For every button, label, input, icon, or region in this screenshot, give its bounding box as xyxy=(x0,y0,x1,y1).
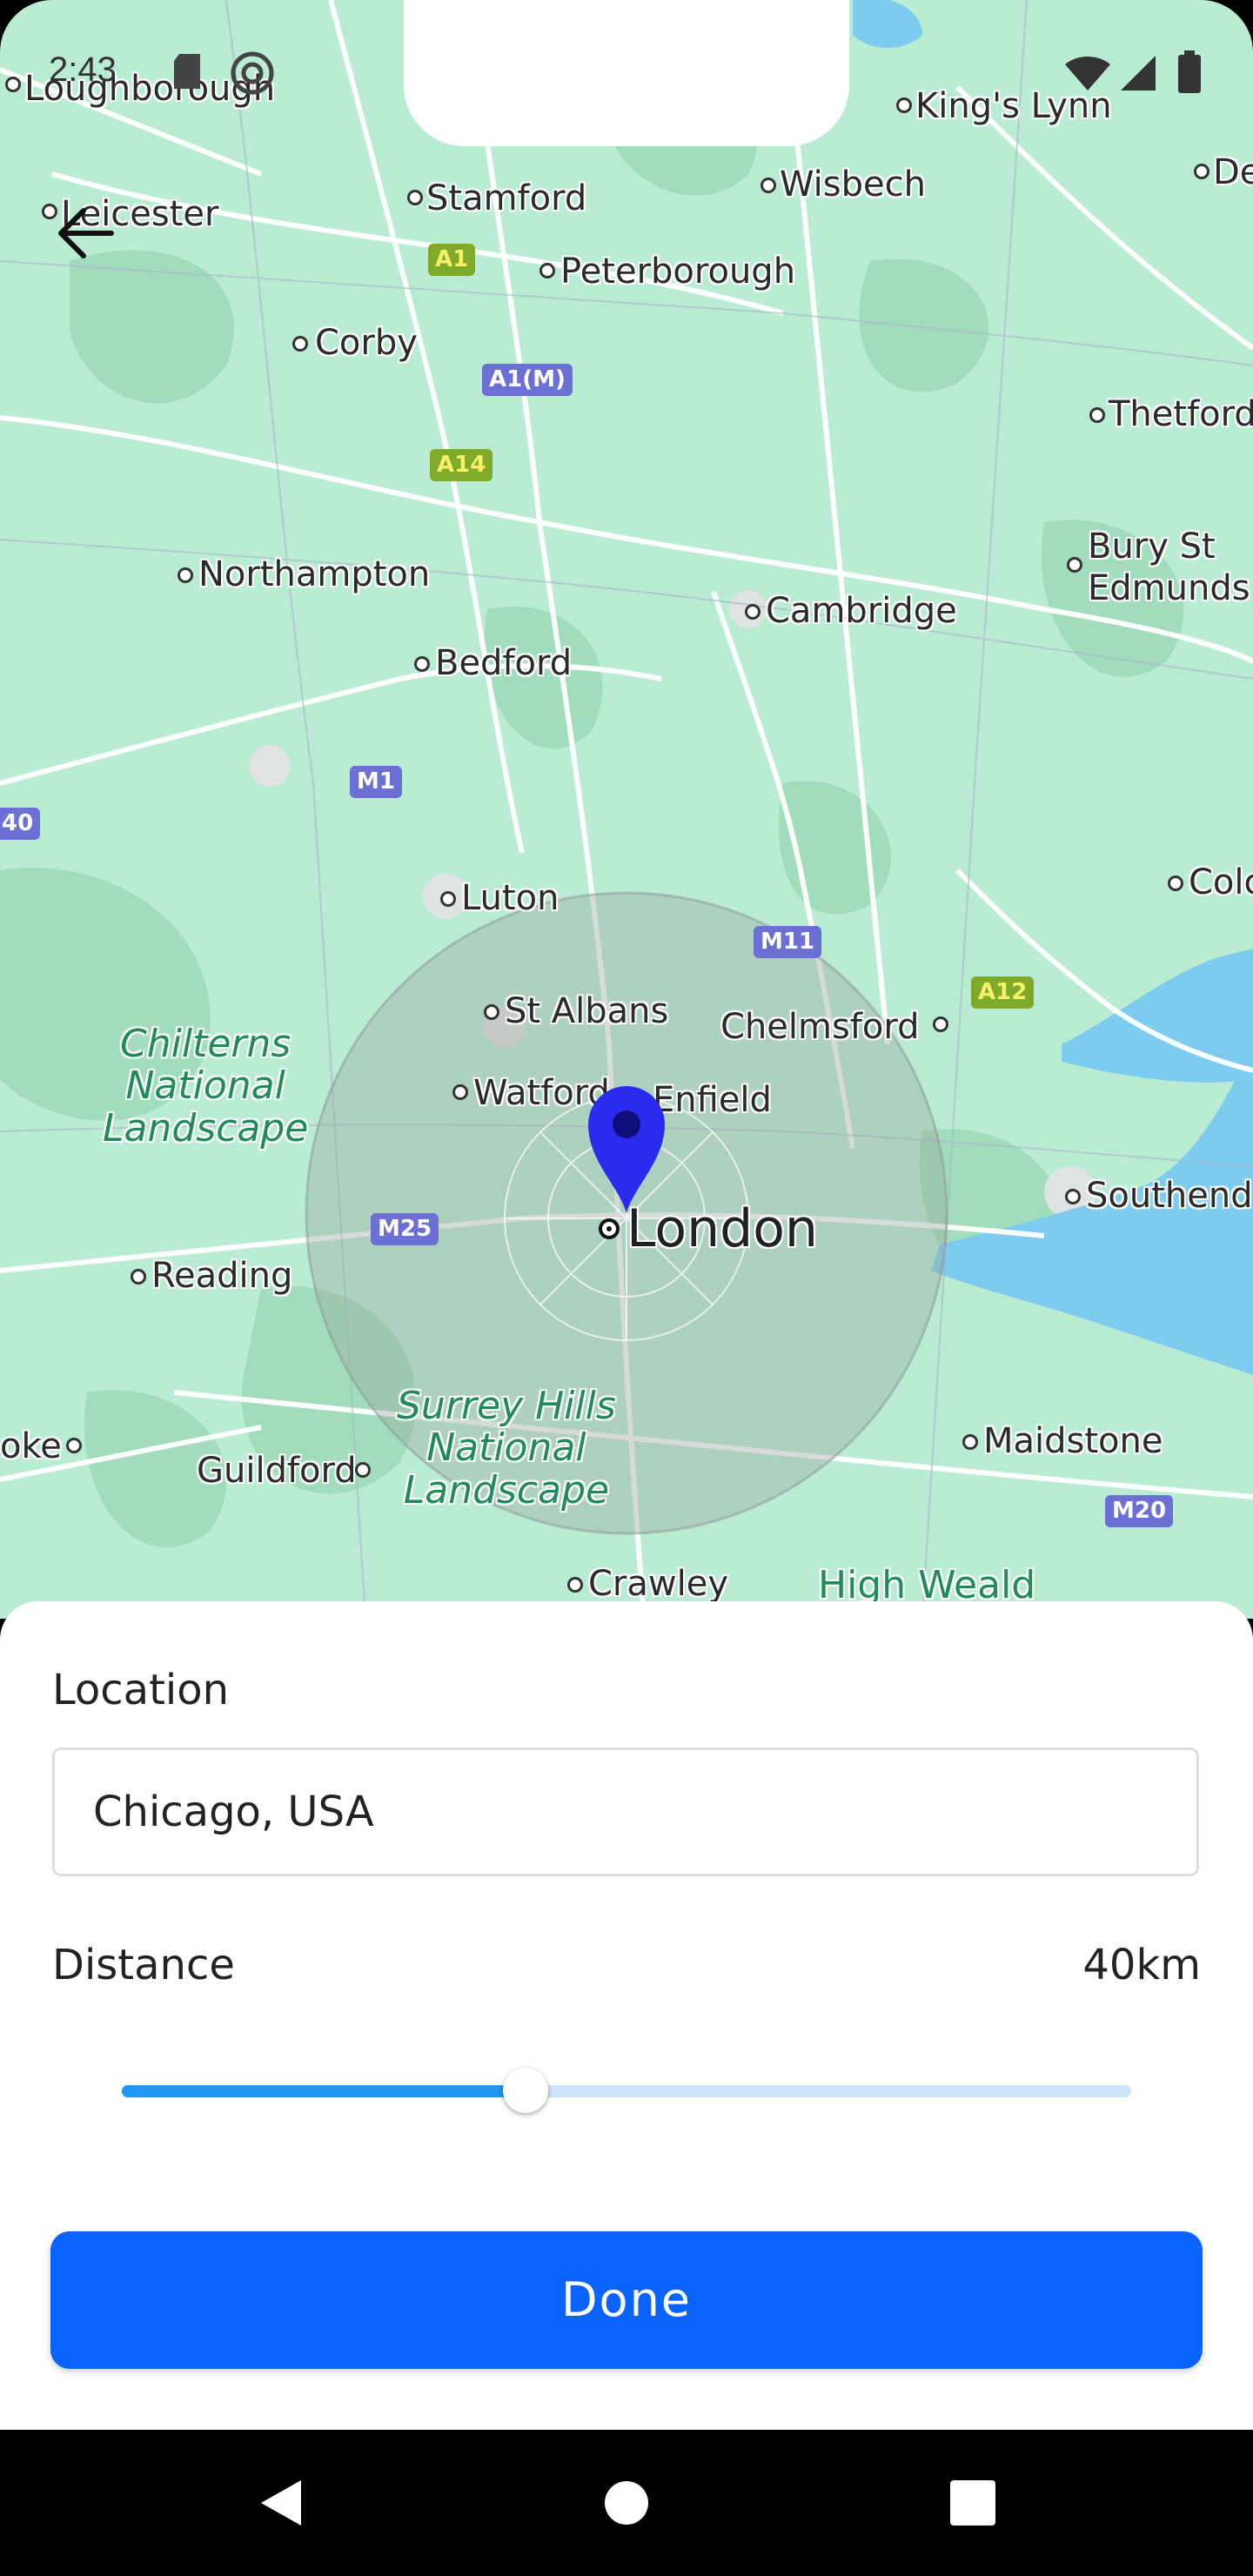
city-dot xyxy=(440,891,456,907)
road-shield-a12: A12 xyxy=(971,976,1035,1009)
battery-icon xyxy=(1178,50,1201,93)
nav-recents-icon[interactable] xyxy=(938,2468,1008,2538)
distance-label: Distance xyxy=(52,1941,235,1989)
city-label-corby: Corby xyxy=(315,323,418,363)
city-label-southend: Southend xyxy=(1086,1176,1253,1216)
road-shield-a14: A14 xyxy=(430,449,493,481)
city-dot xyxy=(131,1269,146,1285)
city-label-wisbech: Wisbech xyxy=(780,164,926,205)
road-shield-m25: M25 xyxy=(371,1213,439,1245)
city-dot xyxy=(933,1016,948,1032)
city-label-peterborough: Peterborough xyxy=(560,252,796,292)
city-dot xyxy=(1067,557,1082,573)
road-shield-40: 40 xyxy=(0,808,41,840)
city-label-reading: Reading xyxy=(151,1256,293,1296)
city-label-bury-st-edmunds: Bury St Edmunds xyxy=(1088,527,1250,608)
city-dot xyxy=(1194,164,1209,179)
slider-thumb[interactable] xyxy=(503,2068,548,2113)
city-dot xyxy=(452,1084,468,1100)
city-dot xyxy=(896,97,912,113)
city-label-chelmsford: Chelmsford xyxy=(720,1007,920,1047)
city-dot xyxy=(1089,407,1105,423)
location-bottom-sheet: Location Chicago, USA Distance 40km Done xyxy=(0,1601,1253,2430)
back-arrow-icon[interactable] xyxy=(52,200,118,266)
city-label-enfield: Enfield xyxy=(653,1080,772,1120)
city-dot xyxy=(1065,1189,1081,1204)
done-button[interactable]: Done xyxy=(50,2231,1203,2369)
city-label-maidstone: Maidstone xyxy=(983,1421,1163,1461)
city-dot xyxy=(1168,875,1183,891)
sd-card-icon xyxy=(174,54,200,89)
park-label-high-weald: High Weald xyxy=(818,1563,1036,1607)
camera-notch xyxy=(404,0,849,146)
city-label-luton: Luton xyxy=(461,878,559,918)
distance-slider[interactable] xyxy=(122,2068,1131,2113)
city-dot xyxy=(539,263,555,278)
city-label-thetford: Thetford xyxy=(1109,394,1253,434)
distance-value: 40km xyxy=(1082,1941,1201,1989)
status-time: 2:43 xyxy=(49,50,117,89)
map-base xyxy=(0,0,1253,1619)
location-pin-icon[interactable] xyxy=(585,1083,668,1215)
city-dot xyxy=(5,77,21,92)
city-dot xyxy=(414,656,430,672)
city-dot xyxy=(178,567,193,583)
map-view[interactable]: Loughborough Leicester Stamford Peterbor… xyxy=(0,0,1253,1619)
city-label-bedford: Bedford xyxy=(435,643,573,683)
park-label-surrey-hills: Surrey Hills National Landscape xyxy=(397,1384,616,1513)
city-label-st-albans: St Albans xyxy=(505,991,669,1031)
city-dot xyxy=(484,1004,499,1020)
road-shield-m11: M11 xyxy=(754,926,822,958)
city-dot-london xyxy=(599,1218,620,1239)
city-dot xyxy=(962,1434,978,1450)
city-label-oke: oke xyxy=(0,1426,62,1466)
city-label-stamford: Stamford xyxy=(426,178,587,218)
city-label-crawley: Crawley xyxy=(588,1564,728,1604)
city-dot xyxy=(355,1462,371,1478)
city-label-northampton: Northampton xyxy=(198,554,431,594)
city-dot xyxy=(407,190,423,205)
location-label: Location xyxy=(52,1666,230,1714)
city-label-guildford: Guildford xyxy=(197,1451,357,1491)
cell-signal-icon xyxy=(1121,56,1156,91)
city-label-colc: Colc xyxy=(1189,862,1253,902)
city-dot xyxy=(66,1438,82,1453)
location-input[interactable]: Chicago, USA xyxy=(52,1748,1199,1876)
city-label-kings-lynn: King's Lynn xyxy=(915,86,1112,126)
road-shield-m1: M1 xyxy=(350,766,402,798)
city-dot xyxy=(292,336,308,352)
road-shield-m20: M20 xyxy=(1105,1495,1174,1527)
city-dot xyxy=(761,178,776,193)
nav-home-icon[interactable] xyxy=(592,2468,661,2538)
hotspot-icon xyxy=(231,51,274,95)
wifi-icon xyxy=(1065,57,1110,91)
system-nav-bar xyxy=(0,2430,1253,2576)
park-label-chilterns: Chilterns National Landscape xyxy=(103,1022,309,1150)
nav-back-icon[interactable] xyxy=(245,2468,315,2538)
city-dot xyxy=(567,1577,583,1593)
city-dot xyxy=(745,604,761,620)
city-label-cambridge: Cambridge xyxy=(766,591,957,631)
slider-fill xyxy=(122,2085,526,2097)
road-shield-a1: A1 xyxy=(428,244,476,276)
road-shield-a1m: A1(M) xyxy=(482,364,573,396)
city-label-de: De xyxy=(1213,152,1253,192)
